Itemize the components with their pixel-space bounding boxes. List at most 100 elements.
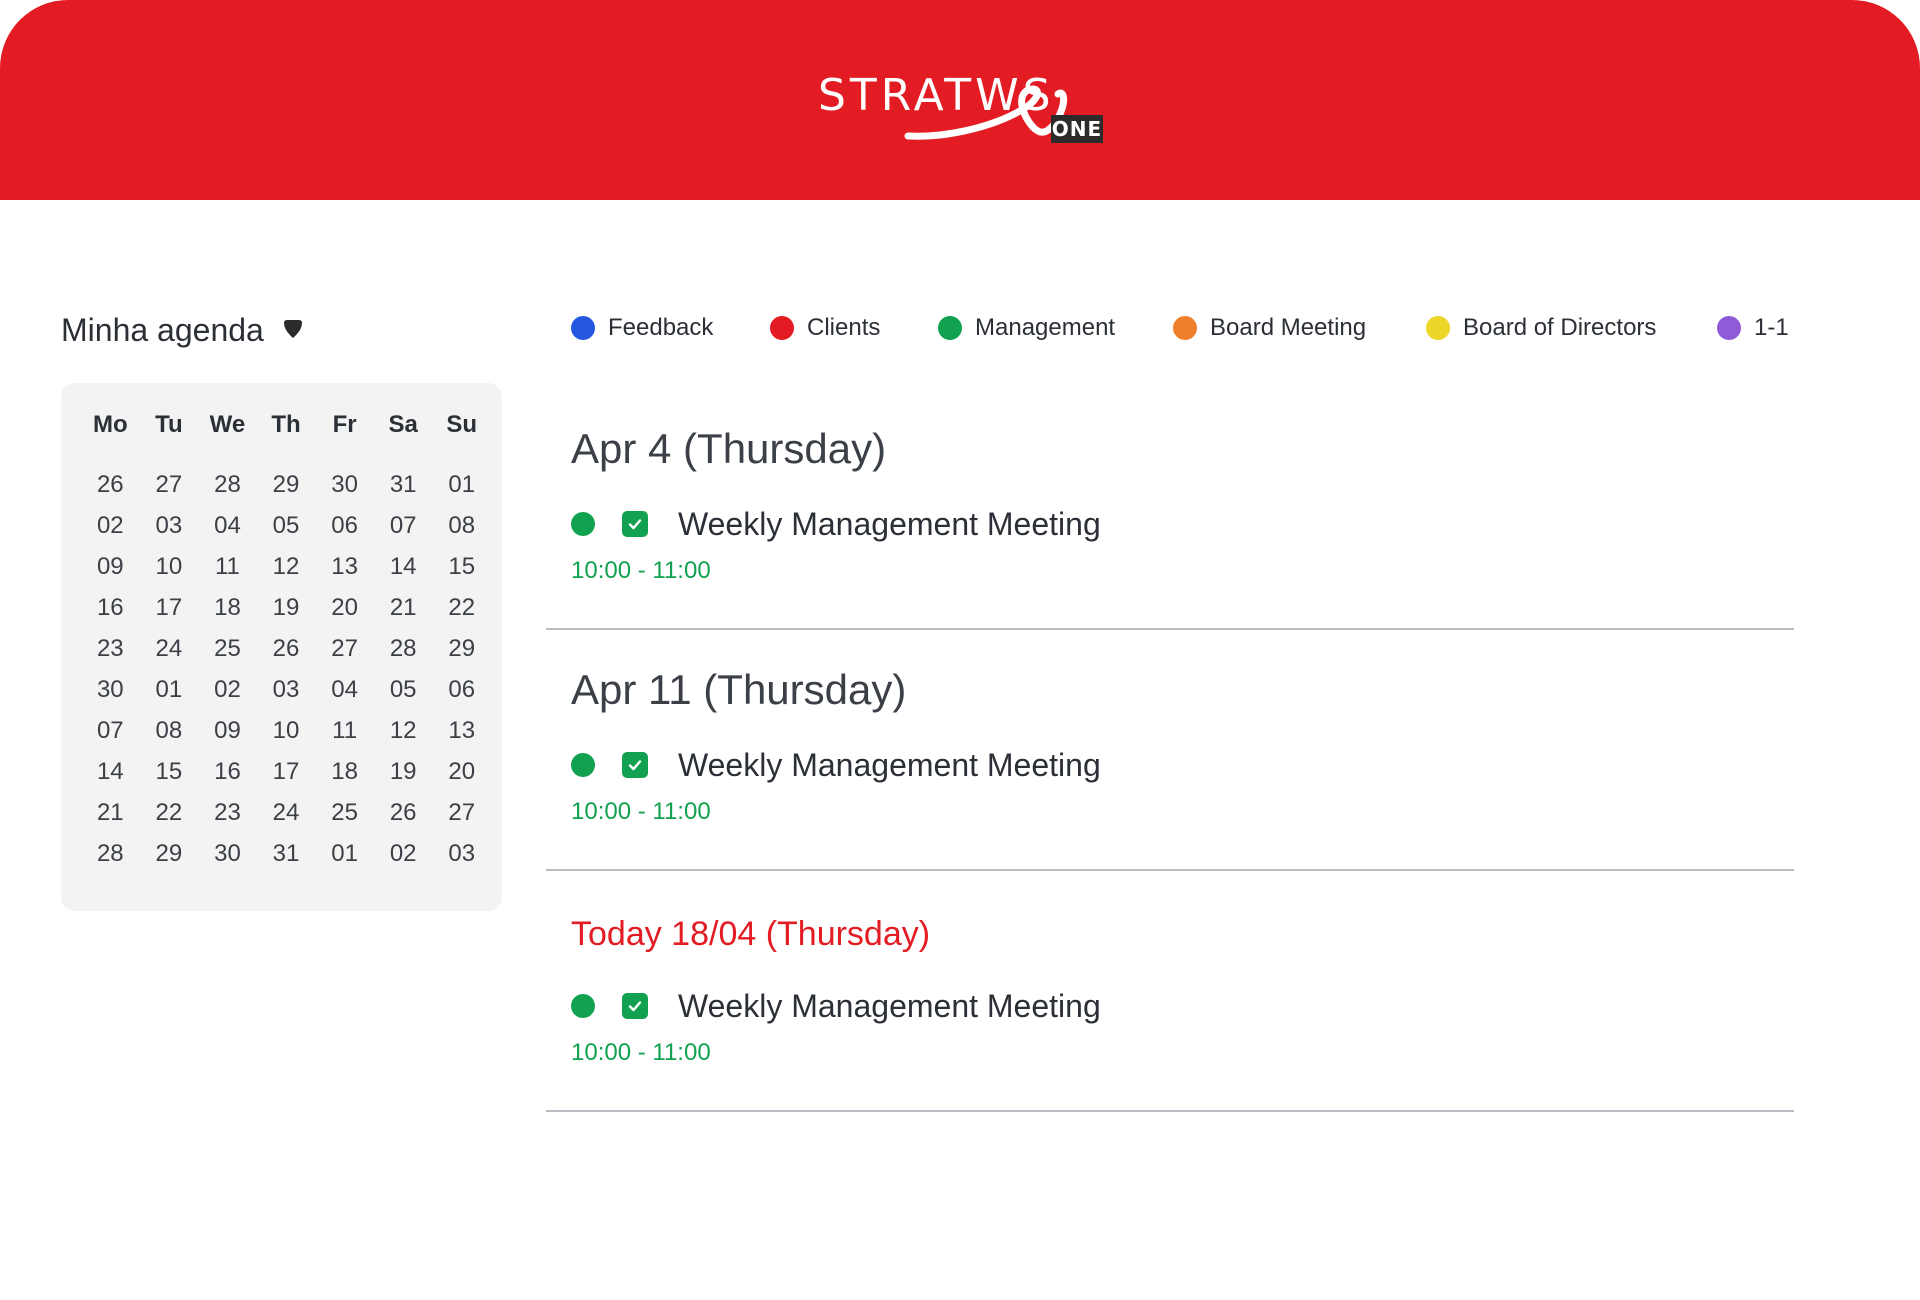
calendar-day[interactable]: 07 bbox=[374, 512, 433, 553]
agenda-title[interactable]: Minha agenda bbox=[61, 312, 264, 349]
calendar-day[interactable]: 30 bbox=[198, 840, 257, 881]
calendar-day[interactable]: 19 bbox=[374, 758, 433, 799]
legend-color-dot bbox=[770, 316, 794, 340]
calendar-day[interactable]: 05 bbox=[257, 512, 316, 553]
calendar-day[interactable]: 29 bbox=[140, 840, 199, 881]
calendar-week-row: 28 29 30 31 01 02 03 bbox=[81, 840, 491, 881]
calendar-day[interactable]: 30 bbox=[315, 471, 374, 512]
calendar-day[interactable]: 28 bbox=[81, 840, 140, 881]
event-checkbox[interactable] bbox=[622, 752, 648, 778]
calendar-day[interactable]: 26 bbox=[374, 799, 433, 840]
calendar-day[interactable]: 31 bbox=[374, 471, 433, 512]
calendar-day[interactable]: 16 bbox=[198, 758, 257, 799]
calendar-day[interactable]: 17 bbox=[257, 758, 316, 799]
legend-item[interactable]: Feedback bbox=[571, 314, 713, 342]
calendar-day[interactable]: 22 bbox=[140, 799, 199, 840]
calendar-day[interactable]: 01 bbox=[432, 471, 491, 512]
calendar-day[interactable]: 05 bbox=[374, 676, 433, 717]
calendar-day[interactable]: 27 bbox=[315, 635, 374, 676]
event-time: 10:00 - 11:00 bbox=[571, 798, 711, 825]
day-title: Apr 4 (Thursday) bbox=[571, 425, 887, 472]
event-category-dot bbox=[571, 512, 595, 536]
calendar-day[interactable]: 13 bbox=[432, 717, 491, 758]
mini-calendar: Mo Tu We Th Fr Sa Su 26 27 28 29 30 31 01 02 03 0… bbox=[61, 383, 502, 911]
calendar-day[interactable]: 13 bbox=[315, 553, 374, 594]
calendar-day[interactable]: 02 bbox=[374, 840, 433, 881]
legend-item[interactable]: Clients bbox=[770, 314, 880, 342]
calendar-day[interactable]: 26 bbox=[257, 635, 316, 676]
calendar-day[interactable]: 01 bbox=[315, 840, 374, 881]
calendar-day[interactable]: 16 bbox=[81, 594, 140, 635]
calendar-day[interactable]: 14 bbox=[81, 758, 140, 799]
legend-color-dot bbox=[938, 316, 962, 340]
calendar-day[interactable]: 09 bbox=[198, 717, 257, 758]
calendar-day[interactable]: 10 bbox=[257, 717, 316, 758]
day-title: Apr 11 (Thursday) bbox=[571, 666, 907, 713]
stratws-logo[interactable]: STRATWS ONE bbox=[818, 68, 1108, 148]
calendar-day[interactable]: 27 bbox=[432, 799, 491, 840]
calendar-day[interactable]: 06 bbox=[315, 512, 374, 553]
calendar-day[interactable]: 15 bbox=[432, 553, 491, 594]
calendar-day[interactable]: 22 bbox=[432, 594, 491, 635]
calendar-day[interactable]: 19 bbox=[257, 594, 316, 635]
calendar-day[interactable]: 02 bbox=[198, 676, 257, 717]
calendar-day[interactable]: 09 bbox=[81, 553, 140, 594]
calendar-day[interactable]: 02 bbox=[81, 512, 140, 553]
calendar-day[interactable]: 28 bbox=[374, 635, 433, 676]
legend-label: Board Meeting bbox=[1210, 314, 1367, 341]
calendar-day[interactable]: 08 bbox=[432, 512, 491, 553]
caret-down-icon[interactable] bbox=[282, 318, 304, 340]
event-checkbox[interactable] bbox=[622, 993, 648, 1019]
calendar-day[interactable]: 26 bbox=[81, 471, 140, 512]
calendar-day[interactable]: 01 bbox=[140, 676, 199, 717]
legend-item[interactable]: Board of Directors bbox=[1426, 314, 1656, 342]
calendar-day[interactable]: 28 bbox=[198, 471, 257, 512]
calendar-day[interactable]: 20 bbox=[315, 594, 374, 635]
calendar-day[interactable]: 07 bbox=[81, 717, 140, 758]
calendar-day[interactable]: 31 bbox=[257, 840, 316, 881]
event-title: Weekly Management Meeting bbox=[678, 746, 1101, 783]
calendar-day[interactable]: 06 bbox=[432, 676, 491, 717]
calendar-day[interactable]: 11 bbox=[315, 717, 374, 758]
calendar-day[interactable]: 21 bbox=[374, 594, 433, 635]
calendar-day[interactable]: 04 bbox=[315, 676, 374, 717]
calendar-day[interactable]: 08 bbox=[140, 717, 199, 758]
event-item[interactable]: Weekly Management Meeting bbox=[571, 746, 1101, 783]
calendar-day[interactable]: 14 bbox=[374, 553, 433, 594]
calendar-day[interactable]: 21 bbox=[81, 799, 140, 840]
calendar-day[interactable]: 15 bbox=[140, 758, 199, 799]
event-time: 10:00 - 11:00 bbox=[571, 557, 711, 584]
calendar-day[interactable]: 11 bbox=[198, 553, 257, 594]
legend-item[interactable]: Management bbox=[938, 314, 1115, 342]
calendar-day[interactable]: 10 bbox=[140, 553, 199, 594]
calendar-day[interactable]: 20 bbox=[432, 758, 491, 799]
calendar-day[interactable]: 23 bbox=[198, 799, 257, 840]
legend-item[interactable]: 1-1 bbox=[1717, 314, 1789, 342]
calendar-day[interactable]: 04 bbox=[198, 512, 257, 553]
legend-label: Clients bbox=[807, 314, 881, 341]
calendar-day[interactable]: 25 bbox=[315, 799, 374, 840]
calendar-day[interactable]: 27 bbox=[140, 471, 199, 512]
calendar-day[interactable]: 30 bbox=[81, 676, 140, 717]
calendar-day[interactable]: 12 bbox=[257, 553, 316, 594]
calendar-day[interactable]: 03 bbox=[257, 676, 316, 717]
calendar-week-row: 02 03 04 05 06 07 08 bbox=[81, 512, 491, 553]
calendar-day[interactable]: 23 bbox=[81, 635, 140, 676]
calendar-day[interactable]: 17 bbox=[140, 594, 199, 635]
calendar-day[interactable]: 03 bbox=[432, 840, 491, 881]
event-item[interactable]: Weekly Management Meeting bbox=[571, 506, 1101, 542]
calendar-day[interactable]: 24 bbox=[140, 635, 199, 676]
calendar-day[interactable]: 12 bbox=[374, 717, 433, 758]
legend-item[interactable]: Board Meeting bbox=[1173, 314, 1366, 342]
event-checkbox[interactable] bbox=[622, 511, 648, 537]
event-title: Weekly Management Meeting bbox=[678, 987, 1101, 1024]
event-item[interactable]: Weekly Management Meeting bbox=[571, 987, 1101, 1024]
calendar-day[interactable]: 25 bbox=[198, 635, 257, 676]
calendar-day[interactable]: 29 bbox=[257, 471, 316, 512]
calendar-day[interactable]: 29 bbox=[432, 635, 491, 676]
calendar-day[interactable]: 18 bbox=[198, 594, 257, 635]
calendar-day[interactable]: 18 bbox=[315, 758, 374, 799]
calendar-weeks: 26 27 28 29 30 31 01 02 03 04 05 06 07 08 09 10 11 12 13 14… bbox=[81, 471, 491, 881]
calendar-day[interactable]: 03 bbox=[140, 512, 199, 553]
calendar-day[interactable]: 24 bbox=[257, 799, 316, 840]
